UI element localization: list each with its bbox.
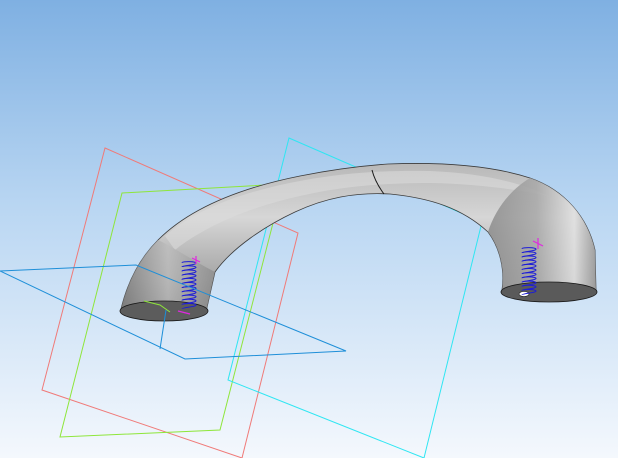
right-end-face[interactable] [500, 281, 598, 303]
3d-viewport[interactable] [0, 0, 618, 458]
scene-canvas[interactable] [0, 0, 618, 458]
